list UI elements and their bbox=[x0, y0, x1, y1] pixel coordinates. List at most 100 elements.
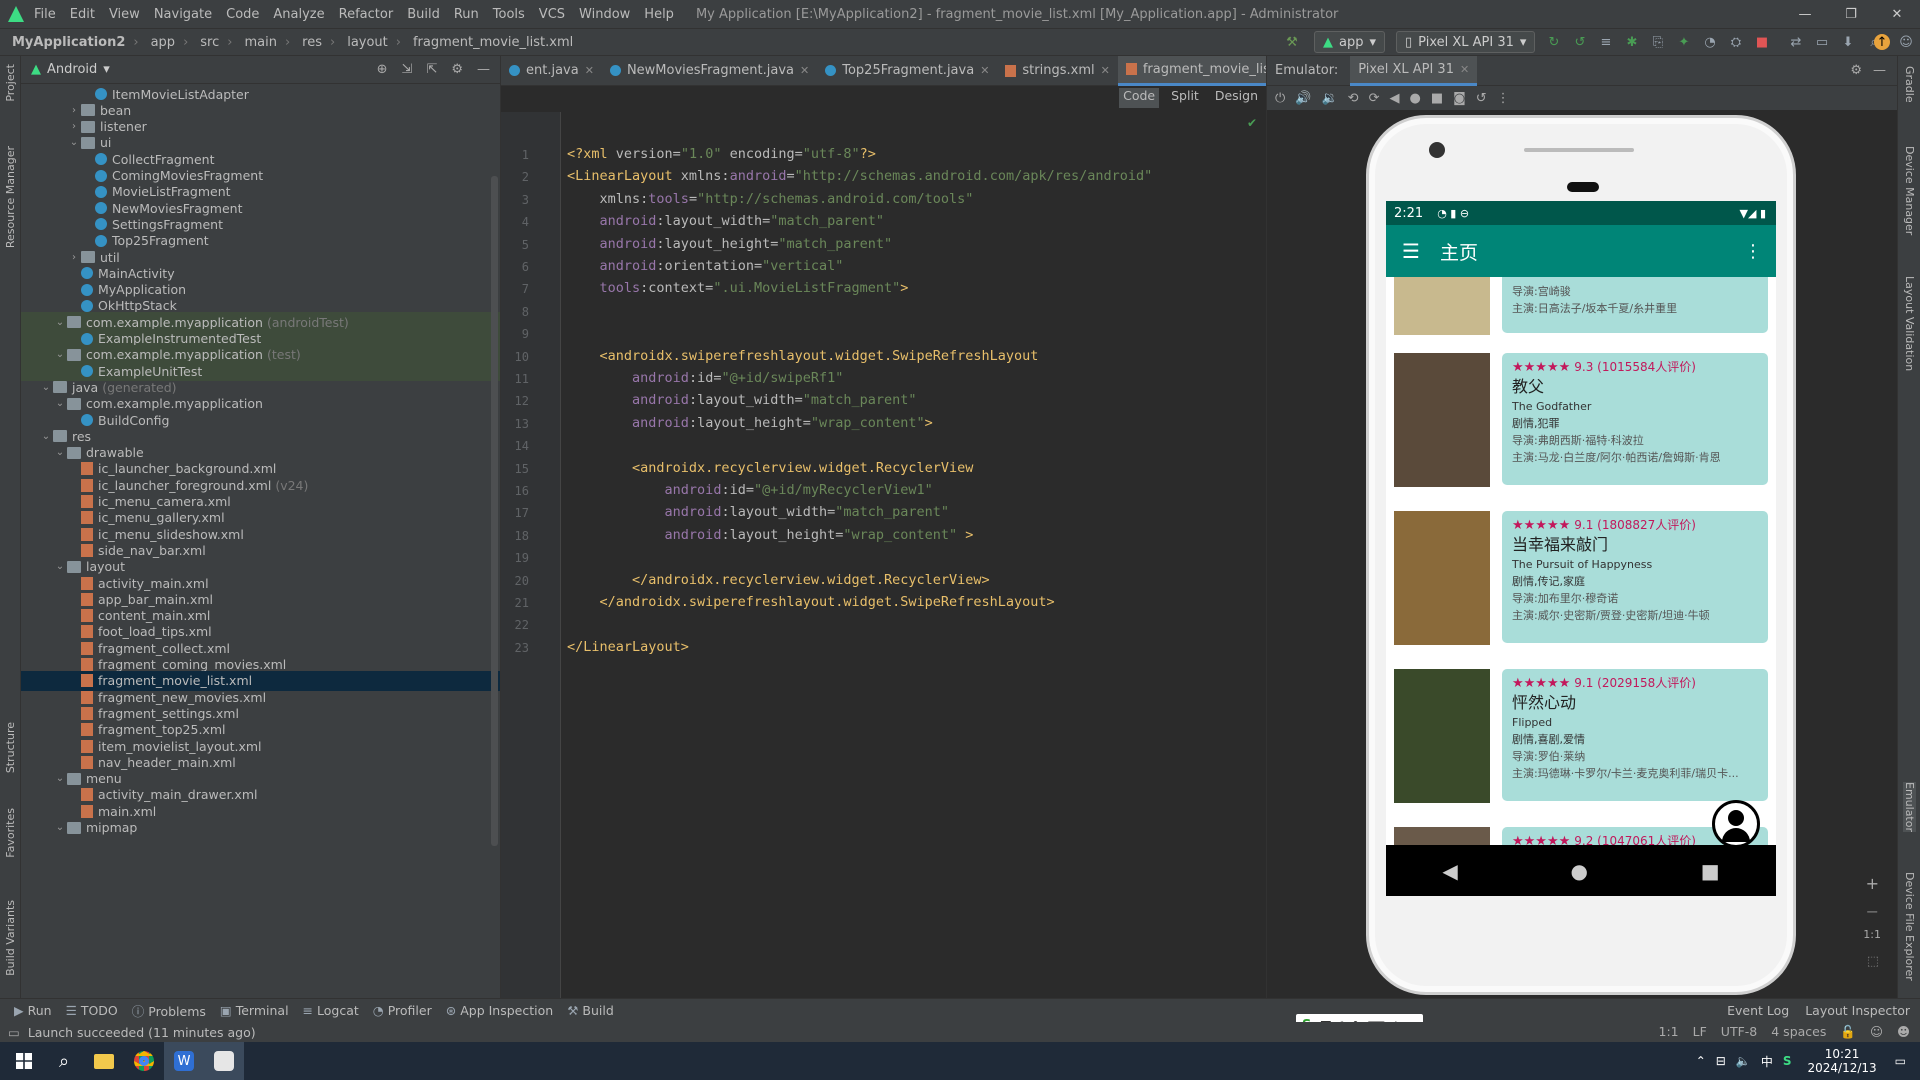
tray-expand-icon[interactable]: ⌃ bbox=[1696, 1054, 1706, 1068]
tool-window-layout-inspector[interactable]: Layout Inspector bbox=[1805, 1003, 1910, 1018]
breadcrumb-item[interactable]: fragment_movie_list.xml bbox=[413, 35, 573, 50]
expand-arrow-icon[interactable]: ⌄ bbox=[53, 773, 67, 784]
file-encoding[interactable]: UTF-8 bbox=[1721, 1024, 1757, 1040]
tool-window-build[interactable]: ⚒ Build bbox=[567, 1003, 614, 1018]
menu-edit[interactable]: Edit bbox=[70, 7, 95, 22]
tool-favorites[interactable]: Favorites bbox=[4, 808, 17, 858]
hamburger-menu-icon[interactable]: ☰ bbox=[1402, 239, 1420, 263]
home-icon[interactable]: ● bbox=[1409, 91, 1420, 106]
file-explorer-icon[interactable] bbox=[84, 1042, 124, 1080]
zoom-out-icon[interactable]: − bbox=[1866, 902, 1879, 921]
expand-arrow-icon[interactable]: › bbox=[67, 121, 81, 132]
movie-item[interactable]: ★★★★★ 9.3 (1015584人评价) 教父 The Godfather 剧情,犯… bbox=[1394, 353, 1768, 489]
avatar-fab[interactable] bbox=[1712, 800, 1760, 848]
tab-close-icon[interactable]: ✕ bbox=[585, 64, 594, 77]
coverage-icon[interactable]: ✦ bbox=[1676, 34, 1692, 50]
ime-indicator[interactable]: 中 bbox=[1761, 1053, 1773, 1070]
tool-emulator[interactable]: Emulator bbox=[1903, 782, 1916, 832]
sogou-icon[interactable]: S bbox=[1783, 1054, 1792, 1068]
attach-debugger-icon[interactable]: ⛭ bbox=[1728, 34, 1744, 50]
expand-all-icon[interactable]: ⇲ bbox=[402, 62, 413, 77]
screenshot-icon[interactable]: ◙ bbox=[1453, 91, 1466, 106]
line-separator[interactable]: LF bbox=[1693, 1024, 1707, 1040]
editor-tab[interactable]: ent.java ✕ bbox=[501, 56, 602, 86]
expand-arrow-icon[interactable]: › bbox=[67, 252, 81, 263]
emulator-device-tab[interactable]: Pixel XL API 31 ✕ bbox=[1350, 55, 1478, 86]
zoom-in-icon[interactable]: + bbox=[1866, 874, 1879, 893]
movie-item[interactable]: ★★★★★ 9.1 (2029158人评价) 怦然心动 Flipped 剧情,喜剧,爱情… bbox=[1394, 669, 1768, 805]
sdk-manager-icon[interactable]: ⬇ bbox=[1840, 34, 1856, 50]
tool-window-logcat[interactable]: ≡ Logcat bbox=[303, 1003, 359, 1018]
tool-device-file-explorer[interactable]: Device File Explorer bbox=[1903, 872, 1916, 981]
tool-window-todo[interactable]: ☰ TODO bbox=[66, 1003, 118, 1018]
project-scrollbar[interactable] bbox=[491, 176, 498, 846]
menu-window[interactable]: Window bbox=[579, 7, 630, 22]
stop-icon[interactable]: ■ bbox=[1754, 34, 1770, 50]
list-icon[interactable]: ≡ bbox=[1598, 34, 1614, 50]
expand-arrow-icon[interactable]: ⌄ bbox=[53, 349, 67, 360]
network-icon[interactable]: ⊟ bbox=[1716, 1054, 1726, 1068]
caret-position[interactable]: 1:1 bbox=[1659, 1024, 1679, 1040]
breadcrumb-item[interactable]: app bbox=[151, 35, 175, 50]
volume-down-icon[interactable]: 🔉 bbox=[1321, 91, 1337, 106]
expand-arrow-icon[interactable]: ⌄ bbox=[39, 382, 53, 393]
run-config-select[interactable]: ▲ app ▾ bbox=[1314, 31, 1386, 53]
tool-window-app-inspection[interactable]: ⊛ App Inspection bbox=[446, 1003, 553, 1018]
breadcrumb-item[interactable]: src bbox=[200, 35, 219, 50]
menu-file[interactable]: File bbox=[34, 7, 56, 22]
expand-arrow-icon[interactable]: ⌄ bbox=[67, 137, 81, 148]
tool-window-problems[interactable]: ⓘ Problems bbox=[132, 1001, 206, 1020]
expand-arrow-icon[interactable]: ⌄ bbox=[53, 561, 67, 572]
taskbar-clock[interactable]: 10:21 2024/12/13 bbox=[1807, 1047, 1876, 1075]
rotate-left-icon[interactable]: ⟲ bbox=[1348, 91, 1359, 106]
volume-up-icon[interactable]: 🔊 bbox=[1295, 91, 1311, 106]
tool-window-run[interactable]: ▶ Run bbox=[14, 1003, 52, 1018]
breadcrumb-item[interactable]: main bbox=[244, 35, 276, 50]
editor-tab[interactable]: strings.xml ✕ bbox=[997, 56, 1117, 86]
tool-resource-manager[interactable]: Resource Manager bbox=[4, 146, 17, 248]
apply-changes-icon[interactable]: ↺ bbox=[1572, 34, 1588, 50]
mode-design[interactable]: Design bbox=[1211, 88, 1262, 108]
debug-icon[interactable]: ✱ bbox=[1624, 34, 1640, 50]
power-icon[interactable]: ⏻ bbox=[1275, 91, 1285, 106]
windows-start-icon[interactable] bbox=[4, 1042, 44, 1080]
rerun-icon[interactable]: ↻ bbox=[1546, 34, 1562, 50]
rotate-right-icon[interactable]: ⟳ bbox=[1369, 91, 1380, 106]
editor-tab[interactable]: NewMoviesFragment.java ✕ bbox=[602, 56, 817, 86]
mode-code[interactable]: Code bbox=[1119, 88, 1160, 108]
android-studio-taskbar-icon[interactable] bbox=[204, 1042, 244, 1080]
minimize-icon[interactable]: — bbox=[1782, 0, 1828, 28]
taskbar-search-icon[interactable]: ⌕ bbox=[44, 1042, 84, 1080]
expand-arrow-icon[interactable]: ⌄ bbox=[53, 822, 67, 833]
overview-icon[interactable]: ■ bbox=[1431, 91, 1443, 106]
menu-view[interactable]: View bbox=[109, 7, 140, 22]
tool-window-event-log[interactable]: Event Log bbox=[1727, 1003, 1789, 1018]
movie-item[interactable]: 导演:宫崎骏 主演:日高法子/坂本千夏/糸井重里 bbox=[1394, 277, 1768, 337]
movie-recycler-view[interactable]: 导演:宫崎骏 主演:日高法子/坂本千夏/糸井重里 ★★★★★ 9.3 (10155… bbox=[1386, 277, 1776, 845]
editor-tab[interactable]: Top25Fragment.java ✕ bbox=[817, 56, 997, 86]
device-manager-icon[interactable]: ▭ bbox=[1814, 34, 1830, 50]
breadcrumb-item[interactable]: layout bbox=[347, 35, 388, 50]
nav-recents-icon[interactable]: ■ bbox=[1701, 859, 1720, 883]
more-icon[interactable]: ⋮ bbox=[1497, 91, 1510, 106]
menu-run[interactable]: Run bbox=[454, 7, 479, 22]
user-icon[interactable]: ☺ bbox=[1898, 34, 1914, 50]
indent-setting[interactable]: 4 spaces bbox=[1771, 1024, 1826, 1040]
menu-navigate[interactable]: Navigate bbox=[154, 7, 212, 22]
nav-back-icon[interactable]: ◀ bbox=[1442, 859, 1457, 883]
tool-window-profiler[interactable]: ◔ Profiler bbox=[373, 1003, 432, 1018]
sync-icon[interactable]: ⇄ bbox=[1788, 34, 1804, 50]
attach-icon[interactable]: ⎘ bbox=[1650, 34, 1666, 50]
expand-arrow-icon[interactable]: ⌄ bbox=[53, 317, 67, 328]
update-icon[interactable]: ↑ bbox=[1874, 34, 1890, 50]
tree-row[interactable]: ⌄ mipmap bbox=[21, 818, 500, 838]
emulator-hide-icon[interactable]: — bbox=[1873, 63, 1886, 78]
emulator-settings-icon[interactable]: ⚙ bbox=[1850, 63, 1862, 78]
tool-device-manager[interactable]: Device Manager bbox=[1903, 146, 1916, 235]
overflow-menu-icon[interactable]: ⋮ bbox=[1744, 241, 1762, 262]
expand-arrow-icon[interactable]: ⌄ bbox=[53, 447, 67, 458]
menu-refactor[interactable]: Refactor bbox=[339, 7, 394, 22]
lock-icon[interactable]: 🔓 bbox=[1840, 1024, 1856, 1040]
settings-gear-icon[interactable]: ⚙ bbox=[451, 62, 463, 77]
volume-icon[interactable]: 🔈 bbox=[1736, 1054, 1751, 1068]
